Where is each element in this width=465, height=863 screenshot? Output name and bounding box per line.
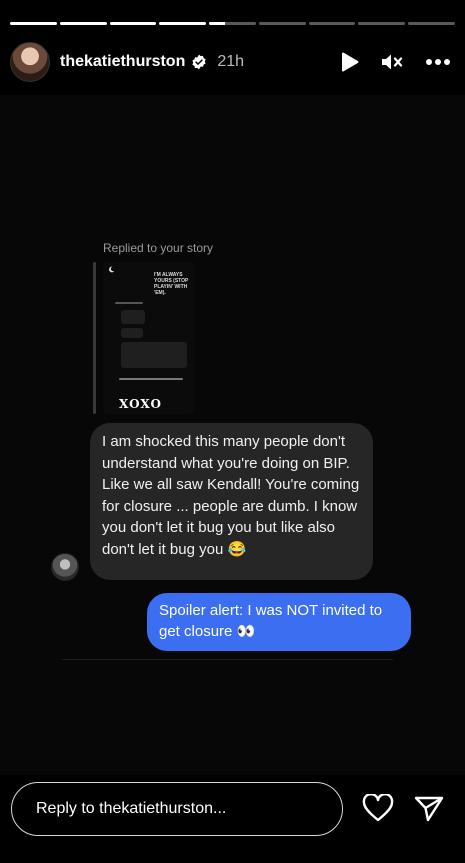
play-icon[interactable] xyxy=(341,52,359,72)
reply-input[interactable]: Reply to thekatiethurston... xyxy=(11,782,343,836)
moon-icon xyxy=(109,266,115,273)
incoming-message-bubble: I am shocked this many people don't unde… xyxy=(90,423,373,580)
progress-segment xyxy=(159,22,207,25)
profile-avatar[interactable] xyxy=(10,42,50,82)
thumbnail-headline: I'M ALWAYS YOURS (STOP PLAYIN' WITH 'EM)… xyxy=(154,272,189,296)
divider xyxy=(62,659,393,660)
progress-segment-current xyxy=(209,22,256,25)
progress-segment xyxy=(258,22,306,25)
story-header: thekatiethurston 21h xyxy=(10,42,451,82)
reply-placeholder: Reply to thekatiethurston... xyxy=(36,800,227,817)
outgoing-message-bubble: Spoiler alert: I was NOT invited to get … xyxy=(147,593,411,651)
speaker-muted-icon[interactable] xyxy=(381,52,403,72)
more-dots-icon[interactable] xyxy=(425,58,451,66)
story-thumbnail[interactable]: I'M ALWAYS YOURS (STOP PLAYIN' WITH 'EM)… xyxy=(103,262,195,414)
story-progress-bar xyxy=(10,22,456,25)
reply-quote-bar xyxy=(93,262,96,414)
username[interactable]: thekatiethurston xyxy=(60,53,185,71)
send-icon[interactable] xyxy=(414,795,444,823)
progress-segment xyxy=(59,22,107,25)
progress-segment xyxy=(10,22,57,25)
sender-avatar[interactable] xyxy=(51,553,79,581)
verified-badge-icon xyxy=(192,54,206,70)
post-time: 21h xyxy=(217,53,245,70)
thumbnail-signoff: XOXO xyxy=(119,397,162,411)
progress-segment xyxy=(109,22,157,25)
progress-segment xyxy=(308,22,356,25)
heart-icon[interactable] xyxy=(362,794,394,822)
replied-to-story-label: Replied to your story xyxy=(103,241,214,255)
progress-segment xyxy=(358,22,406,25)
progress-segment xyxy=(408,22,456,25)
